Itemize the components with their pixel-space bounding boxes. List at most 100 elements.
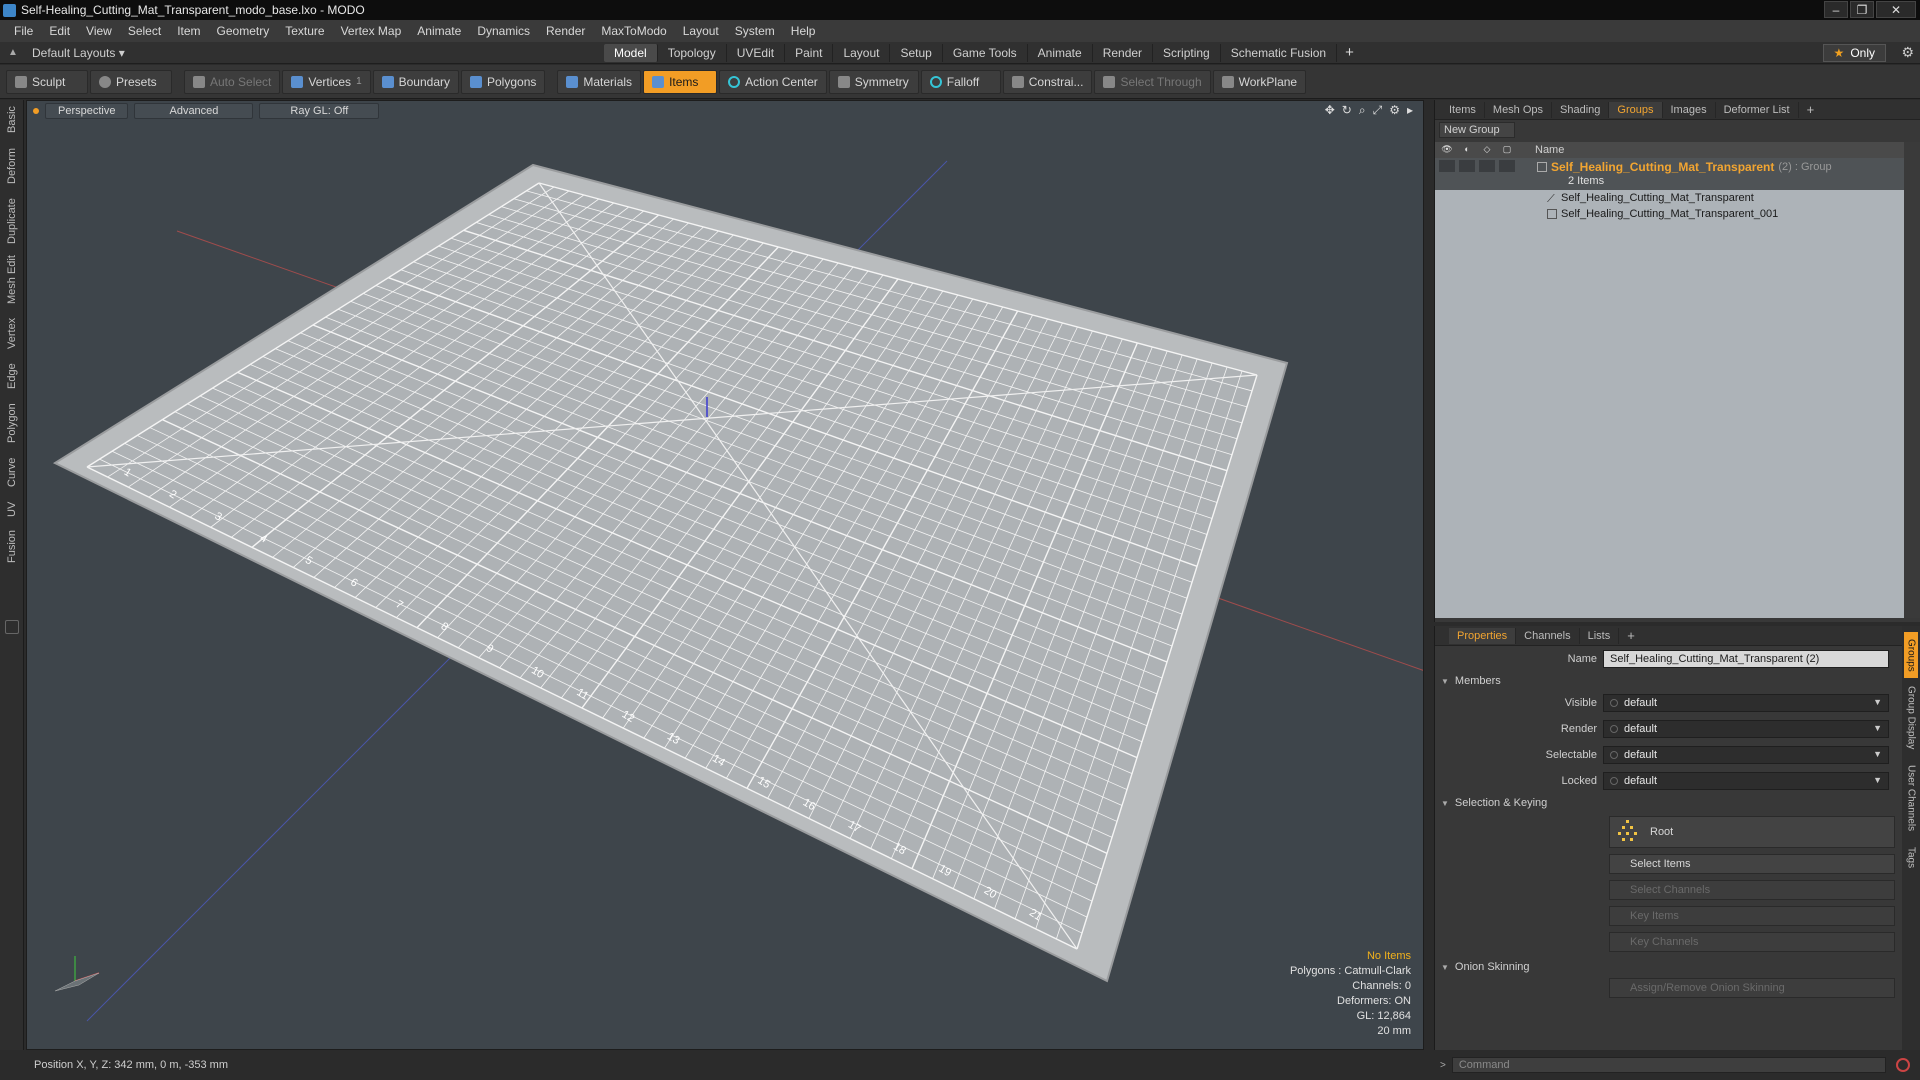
onion-skinning-button[interactable]: Assign/Remove Onion Skinning — [1609, 978, 1895, 998]
group-visible-toggle[interactable] — [1439, 160, 1455, 172]
vtab-tags[interactable]: Tags — [1904, 842, 1918, 874]
menu-animate[interactable]: Animate — [409, 24, 469, 38]
tab-groups[interactable]: Groups — [1609, 101, 1663, 118]
onion-skinning-section-header[interactable]: ▼ Onion Skinning — [1435, 958, 1920, 976]
name-column-header[interactable]: Name — [1519, 144, 1564, 156]
close-button[interactable]: ✕ — [1876, 1, 1916, 18]
vtab-curve[interactable]: Curve — [3, 452, 21, 492]
tab-render[interactable]: Render — [1093, 44, 1154, 62]
group-lock-toggle[interactable] — [1499, 160, 1515, 172]
menu-help[interactable]: Help — [783, 24, 824, 38]
pan-icon[interactable]: ✥ — [1325, 103, 1335, 118]
menu-item[interactable]: Item — [169, 24, 208, 38]
tab-deformer-list[interactable]: Deformer List — [1716, 101, 1799, 118]
select-channels-button[interactable]: Select Channels — [1609, 880, 1895, 900]
vtab-user-channels[interactable]: User Channels — [1904, 758, 1918, 838]
tab-setup[interactable]: Setup — [890, 44, 943, 62]
vtab-duplicate[interactable]: Duplicate — [3, 194, 21, 248]
tab-uvedit[interactable]: UVEdit — [727, 44, 786, 62]
tab-animate[interactable]: Animate — [1028, 44, 1093, 62]
layout-expand-icon[interactable]: ▲ — [8, 47, 20, 59]
group-member-row[interactable]: Self_Healing_Cutting_Mat_Transparent_001 — [1435, 206, 1905, 222]
add-tab-button[interactable]: + — [1337, 44, 1362, 62]
falloff-button[interactable]: Falloff — [920, 69, 1001, 94]
stop-icon[interactable] — [1895, 1058, 1910, 1072]
groups-scrollbar[interactable] — [1904, 142, 1920, 618]
tab-items[interactable]: Items — [1441, 101, 1485, 118]
render-toggle-dot[interactable] — [1610, 725, 1618, 733]
vtab-edge[interactable]: Edge — [3, 358, 21, 394]
restore-button[interactable]: ❐ — [1850, 1, 1874, 18]
selectable-dropdown[interactable]: default ▼ — [1603, 746, 1889, 764]
panel-toggle-icon[interactable] — [5, 620, 19, 634]
presets-button[interactable]: Presets — [90, 69, 172, 94]
vtab-uv[interactable]: UV — [3, 496, 21, 522]
selectable-toggle-dot[interactable] — [1610, 751, 1618, 759]
menu-render[interactable]: Render — [538, 24, 593, 38]
gear-icon[interactable]: ⚙ — [1901, 44, 1914, 61]
vtab-groups[interactable]: Groups — [1904, 632, 1918, 678]
group-select-toggle[interactable] — [1479, 160, 1495, 172]
key-items-button[interactable]: Key Items — [1609, 906, 1895, 926]
tab-properties[interactable]: Properties — [1449, 627, 1517, 644]
members-section-header[interactable]: ▼ Members — [1435, 672, 1920, 690]
vtab-fusion[interactable]: Fusion — [3, 526, 21, 566]
tab-images[interactable]: Images — [1663, 101, 1716, 118]
tab-lists[interactable]: Lists — [1580, 627, 1620, 644]
viewport-expand-icon[interactable]: ▸ — [1407, 103, 1413, 118]
symmetry-button[interactable]: Symmetry — [828, 69, 919, 94]
select-through-button[interactable]: Select Through — [1094, 69, 1211, 94]
vtab-basic[interactable]: Basic — [3, 102, 21, 138]
vtab-polygon[interactable]: Polygon — [3, 398, 21, 448]
select-items-button[interactable]: Select Items — [1609, 854, 1895, 874]
menu-vertex-map[interactable]: Vertex Map — [333, 24, 410, 38]
rotate-icon[interactable]: ↻ — [1342, 103, 1352, 118]
menu-file[interactable]: File — [6, 24, 41, 38]
tab-channels[interactable]: Channels — [1516, 627, 1580, 644]
menu-texture[interactable]: Texture — [277, 24, 332, 38]
tab-layout[interactable]: Layout — [833, 44, 891, 62]
sculpt-button[interactable]: Sculpt — [6, 69, 88, 94]
minimize-button[interactable]: – — [1824, 1, 1848, 18]
tab-topology[interactable]: Topology — [658, 44, 727, 62]
vtab-mesh-edit[interactable]: Mesh Edit — [3, 252, 21, 308]
tab-game-tools[interactable]: Game Tools — [943, 44, 1028, 62]
group-render-toggle[interactable] — [1459, 160, 1475, 172]
shading-mode-button[interactable]: Advanced — [134, 103, 254, 119]
menu-layout[interactable]: Layout — [675, 24, 727, 38]
menu-select[interactable]: Select — [120, 24, 169, 38]
command-input[interactable]: Command — [1451, 1057, 1886, 1073]
menu-dynamics[interactable]: Dynamics — [469, 24, 538, 38]
viewport-menu-dot[interactable] — [33, 108, 39, 114]
vtab-vertex[interactable]: Vertex — [3, 312, 21, 354]
lock-col-icon[interactable]: ▢ — [1499, 144, 1515, 156]
viewport-settings-icon[interactable]: ⚙ — [1389, 103, 1400, 118]
zoom-icon[interactable]: ⌕ — [1359, 103, 1366, 118]
root-button[interactable]: Root — [1609, 816, 1895, 848]
menu-maxtomodo[interactable]: MaxToModo — [593, 24, 674, 38]
raygl-button[interactable]: Ray GL: Off — [259, 103, 380, 119]
locked-dropdown[interactable]: default ▼ — [1603, 772, 1889, 790]
visible-dropdown[interactable]: default ▼ — [1603, 694, 1889, 712]
add-panel-tab-button[interactable]: + — [1799, 100, 1823, 119]
group-member-row[interactable]: ⟋ Self_Healing_Cutting_Mat_Transparent — [1435, 190, 1905, 206]
tab-shading[interactable]: Shading — [1552, 101, 1610, 118]
add-properties-tab-button[interactable]: + — [1619, 626, 1643, 645]
only-toggle[interactable]: ★ Only — [1822, 44, 1886, 62]
vtab-deform[interactable]: Deform — [3, 142, 21, 190]
menu-edit[interactable]: Edit — [41, 24, 78, 38]
menu-view[interactable]: View — [78, 24, 120, 38]
menu-system[interactable]: System — [727, 24, 783, 38]
new-group-button[interactable]: New Group — [1439, 122, 1515, 138]
viewport-scene[interactable]: 123456789101112131415161718192021 — [27, 101, 1424, 1050]
boundary-button[interactable]: Boundary — [372, 69, 459, 94]
workplane-button[interactable]: WorkPlane — [1212, 69, 1307, 94]
vertices-button[interactable]: Vertices 1 — [282, 69, 371, 94]
selection-keying-section-header[interactable]: ▼ Selection & Keying — [1435, 794, 1920, 812]
auto-select-button[interactable]: Auto Select — [184, 69, 281, 94]
render-dropdown[interactable]: default ▼ — [1603, 720, 1889, 738]
tab-paint[interactable]: Paint — [785, 44, 834, 62]
locked-toggle-dot[interactable] — [1610, 777, 1618, 785]
tab-schematic-fusion[interactable]: Schematic Fusion — [1221, 44, 1338, 62]
vtab-group-display[interactable]: Group Display — [1904, 682, 1918, 754]
